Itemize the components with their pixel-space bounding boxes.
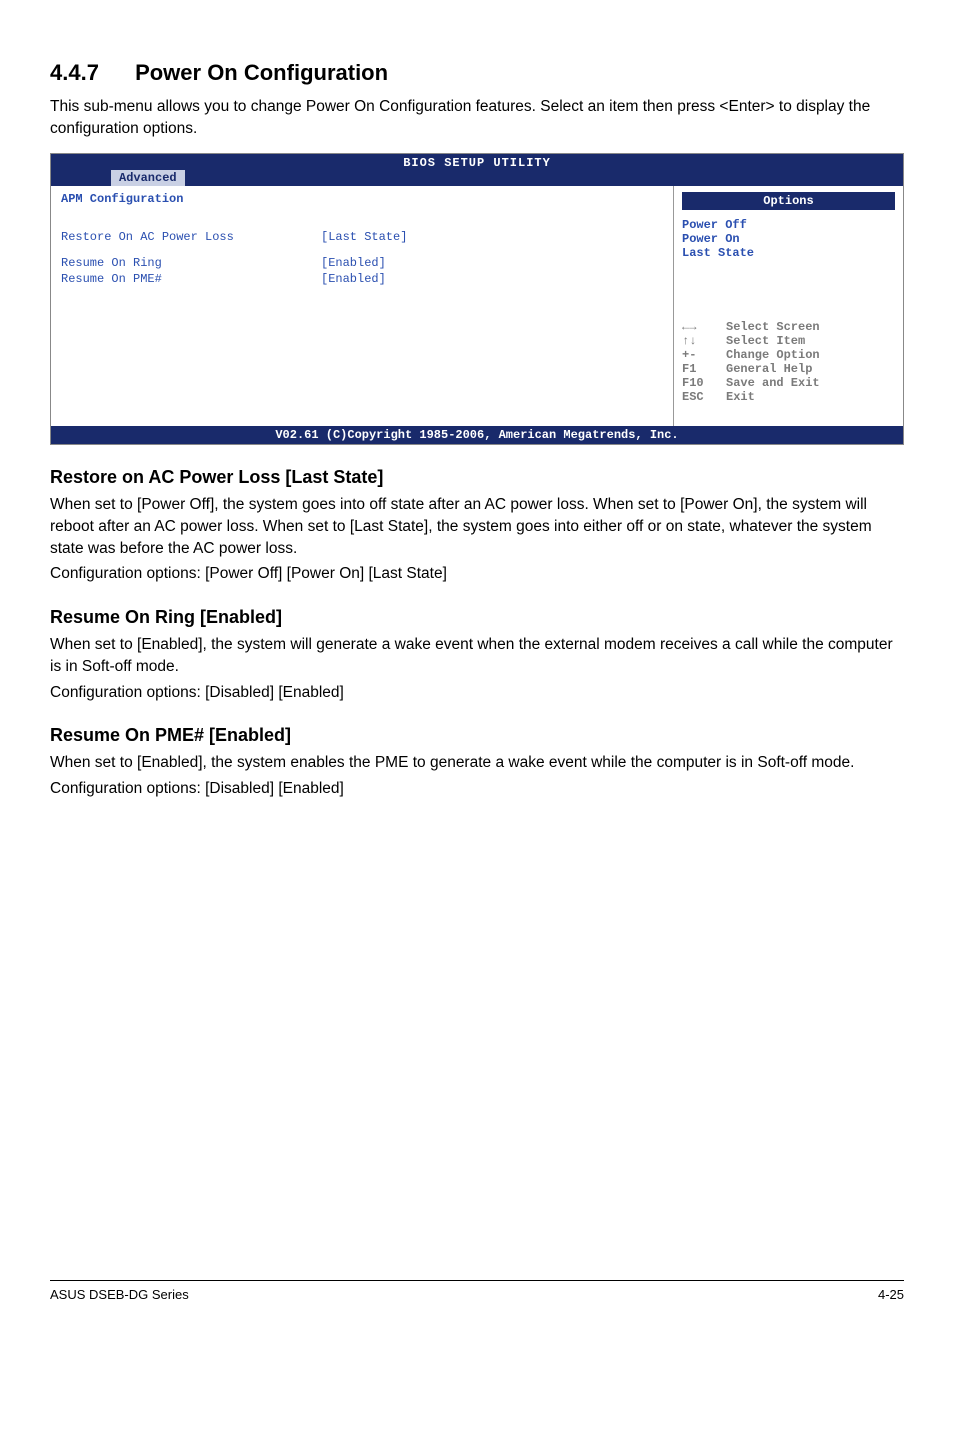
bios-help-row: ←→Select Screen: [682, 320, 895, 334]
help-key: F10: [682, 376, 726, 390]
help-text: Select Screen: [726, 320, 820, 334]
bios-option: Power On: [682, 232, 895, 246]
bios-row-label: Resume On Ring: [61, 256, 321, 270]
subsection-title: Restore on AC Power Loss [Last State]: [50, 467, 904, 488]
bios-options-title: Options: [682, 192, 895, 210]
bios-options-list: Power Off Power On Last State: [682, 218, 895, 260]
section-number: 4.4.7: [50, 60, 99, 86]
bios-tab-advanced: Advanced: [111, 170, 185, 186]
help-key: ↑↓: [682, 334, 726, 348]
subsection-body: When set to [Enabled], the system enable…: [50, 752, 904, 774]
page-footer: ASUS DSEB-DG Series 4-25: [50, 1280, 904, 1302]
bios-row-label: Resume On PME#: [61, 272, 321, 286]
help-key: ESC: [682, 390, 726, 404]
subsection-config: Configuration options: [Power Off] [Powe…: [50, 563, 904, 585]
bios-help-row: ESCExit: [682, 390, 895, 404]
help-text: Save and Exit: [726, 376, 820, 390]
bios-right-panel: Options Power Off Power On Last State ←→…: [673, 186, 903, 426]
bios-title: BIOS SETUP UTILITY: [51, 156, 903, 170]
bios-row-value: [Enabled]: [321, 256, 386, 270]
help-text: Change Option: [726, 348, 820, 362]
bios-option: Last State: [682, 246, 895, 260]
bios-header: BIOS SETUP UTILITY Advanced: [51, 154, 903, 186]
help-text: General Help: [726, 362, 812, 376]
help-text: Select Item: [726, 334, 805, 348]
help-text: Exit: [726, 390, 755, 404]
bios-help-row: F1General Help: [682, 362, 895, 376]
bios-row: Resume On PME# [Enabled]: [61, 272, 663, 286]
footer-left: ASUS DSEB-DG Series: [50, 1287, 189, 1302]
help-key: ←→: [682, 320, 726, 334]
help-key: F1: [682, 362, 726, 376]
bios-row-value: [Last State]: [321, 230, 407, 244]
section-heading: 4.4.7 Power On Configuration: [50, 60, 904, 86]
subsection-title: Resume On Ring [Enabled]: [50, 607, 904, 628]
bios-footer: V02.61 (C)Copyright 1985-2006, American …: [51, 426, 903, 444]
bios-row-label: Restore On AC Power Loss: [61, 230, 321, 244]
bios-screenshot: BIOS SETUP UTILITY Advanced APM Configur…: [50, 153, 904, 445]
bios-help-row: F10Save and Exit: [682, 376, 895, 390]
subsection-body: When set to [Power Off], the system goes…: [50, 494, 904, 559]
section-intro: This sub-menu allows you to change Power…: [50, 96, 904, 139]
bios-row: Resume On Ring [Enabled]: [61, 256, 663, 270]
bios-option: Power Off: [682, 218, 895, 232]
bios-body: APM Configuration Restore On AC Power Lo…: [51, 186, 903, 426]
footer-right: 4-25: [878, 1287, 904, 1302]
bios-row-value: [Enabled]: [321, 272, 386, 286]
subsection-title: Resume On PME# [Enabled]: [50, 725, 904, 746]
subsection-config: Configuration options: [Disabled] [Enabl…: [50, 682, 904, 704]
bios-row: Restore On AC Power Loss [Last State]: [61, 230, 663, 244]
bios-tab-row: Advanced: [51, 170, 903, 186]
section-title: Power On Configuration: [135, 60, 388, 85]
bios-panel-title: APM Configuration: [61, 192, 663, 206]
bios-help-list: ←→Select Screen ↑↓Select Item +-Change O…: [682, 320, 895, 404]
bios-help-row: +-Change Option: [682, 348, 895, 362]
subsection-config: Configuration options: [Disabled] [Enabl…: [50, 778, 904, 800]
bios-help-row: ↑↓Select Item: [682, 334, 895, 348]
subsection-body: When set to [Enabled], the system will g…: [50, 634, 904, 677]
bios-left-panel: APM Configuration Restore On AC Power Lo…: [51, 186, 673, 426]
help-key: +-: [682, 348, 726, 362]
